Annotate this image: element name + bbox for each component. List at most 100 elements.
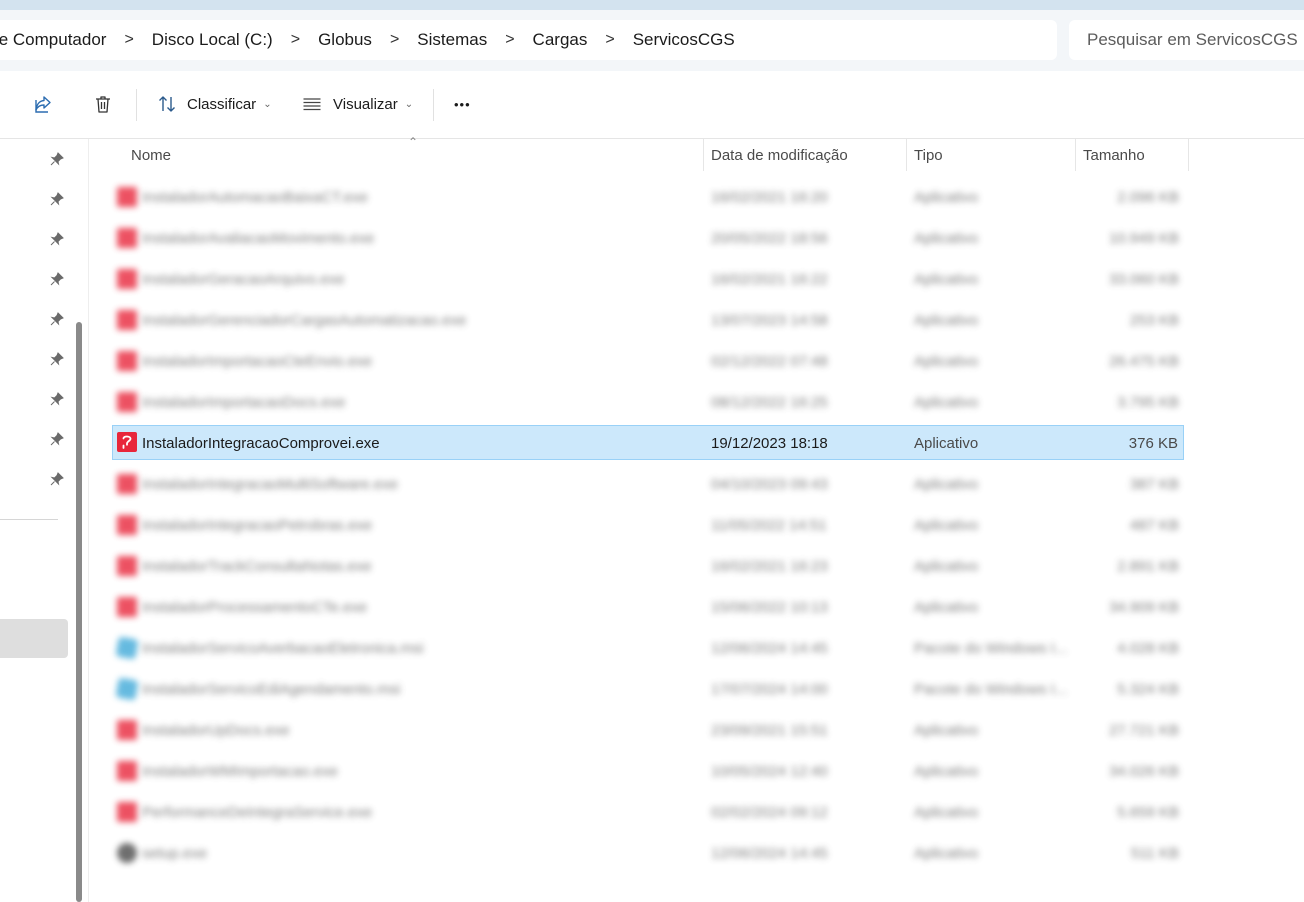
share-button[interactable] bbox=[33, 87, 53, 121]
file-name: InstaladorImportacaoCteEnvio.exe bbox=[142, 353, 373, 370]
breadcrumb-separator-icon[interactable]: > bbox=[597, 31, 622, 49]
file-size: 376 KB bbox=[1128, 435, 1178, 452]
navigation-scrollbar[interactable] bbox=[76, 322, 82, 902]
file-size: 27.721 KB bbox=[1108, 722, 1179, 739]
command-bar: Classificar ⌄ Visualizar ⌄ ••• bbox=[0, 71, 1304, 139]
file-type: Aplicativo bbox=[914, 353, 979, 370]
file-row[interactable]: setup.exe 12/06/2024 14:45 Aplicativo 51… bbox=[112, 836, 1184, 871]
breadcrumb-globus[interactable]: Globus bbox=[308, 30, 382, 50]
file-row[interactable]: InstaladorGerenciadorCargasAutomatizacao… bbox=[112, 303, 1184, 338]
application-icon bbox=[117, 761, 137, 781]
file-type: Aplicativo bbox=[914, 804, 979, 821]
file-type: Aplicativo bbox=[914, 517, 979, 534]
application-icon bbox=[117, 474, 137, 494]
more-icon: ••• bbox=[454, 96, 471, 112]
search-placeholder: Pesquisar em ServicosCGS bbox=[1087, 30, 1298, 49]
navigation-divider bbox=[0, 519, 58, 520]
file-row[interactable]: InstaladorProcessamentoCTe.exe 15/06/202… bbox=[112, 590, 1184, 625]
file-size: 2.891 KB bbox=[1117, 558, 1179, 575]
application-icon bbox=[117, 392, 137, 412]
file-row[interactable]: InstaladorGeracaoArquivo.exe 16/02/2021 … bbox=[112, 262, 1184, 297]
file-row[interactable]: InstaladorUpDocs.exe 23/09/2021 15:51 Ap… bbox=[112, 713, 1184, 748]
file-name: InstaladorIntegracaoPetrobras.exe bbox=[142, 517, 373, 534]
file-type: Aplicativo bbox=[914, 763, 979, 780]
file-name: InstaladorTrackConsultaNotas.exe bbox=[142, 558, 372, 575]
file-date: 19/12/2023 18:18 bbox=[711, 435, 828, 452]
navigation-selected-item[interactable] bbox=[0, 619, 68, 658]
breadcrumb-sistemas[interactable]: Sistemas bbox=[407, 30, 497, 50]
file-row[interactable]: InstaladorWMImportacao.exe 10/05/2024 12… bbox=[112, 754, 1184, 789]
application-icon bbox=[117, 515, 137, 535]
file-size: 487 KB bbox=[1129, 517, 1179, 534]
toolbar-divider bbox=[136, 89, 137, 121]
breadcrumb-separator-icon[interactable]: > bbox=[283, 31, 308, 49]
more-options-button[interactable]: ••• bbox=[454, 87, 471, 121]
breadcrumb-separator-icon[interactable]: > bbox=[116, 31, 141, 49]
toolbar-divider bbox=[433, 89, 434, 121]
file-type: Aplicativo bbox=[914, 845, 979, 862]
file-name: setup.exe bbox=[142, 845, 208, 862]
file-type: Aplicativo bbox=[914, 476, 979, 493]
address-bar[interactable]: te Computador > Disco Local (C:) > Globu… bbox=[0, 20, 1057, 60]
file-row[interactable]: InstaladorIntegracaoMultiSoftware.exe 04… bbox=[112, 467, 1184, 502]
sort-button[interactable]: Classificar ⌄ bbox=[157, 87, 272, 121]
file-size: 5.324 KB bbox=[1117, 681, 1179, 698]
file-row[interactable]: InstaladorServicoAverbacaoEletronica.msi… bbox=[112, 631, 1184, 666]
file-size: 10.949 KB bbox=[1108, 230, 1179, 247]
file-row[interactable]: InstaladorAutomacaoBaixaCT.exe 16/02/202… bbox=[112, 180, 1184, 215]
breadcrumb-servicoscgs[interactable]: ServicosCGS bbox=[623, 30, 745, 50]
file-date: 20/05/2022 18:56 bbox=[711, 230, 828, 247]
application-icon bbox=[117, 228, 137, 248]
column-header-type[interactable]: Tipo bbox=[914, 147, 943, 164]
file-row[interactable]: PerformanceDeIntegraService.exe 02/02/20… bbox=[112, 795, 1184, 830]
view-label: Visualizar bbox=[333, 95, 398, 113]
pin-icon bbox=[50, 192, 64, 206]
file-name: InstaladorServicoEdiAgendamento.msi bbox=[142, 681, 401, 698]
search-input[interactable]: Pesquisar em ServicosCGS bbox=[1069, 20, 1304, 60]
application-icon bbox=[117, 720, 137, 740]
breadcrumb-computer[interactable]: te Computador bbox=[0, 30, 116, 50]
share-icon bbox=[35, 96, 51, 113]
column-header-date[interactable]: Data de modificação bbox=[711, 147, 848, 164]
file-row[interactable]: InstaladorIntegracaoPetrobras.exe 11/05/… bbox=[112, 508, 1184, 543]
file-size: 34.026 KB bbox=[1108, 763, 1179, 780]
chevron-down-icon: ⌄ bbox=[263, 98, 272, 110]
window-top-strip bbox=[0, 0, 1304, 10]
file-date: 13/07/2023 14:58 bbox=[711, 312, 828, 329]
file-type: Aplicativo bbox=[914, 599, 979, 616]
file-row[interactable]: InstaladorAvaliacaoMovimento.exe 20/05/2… bbox=[112, 221, 1184, 256]
column-separator[interactable] bbox=[1188, 139, 1189, 171]
file-size: 34.909 KB bbox=[1108, 599, 1179, 616]
column-separator[interactable] bbox=[703, 139, 704, 171]
file-row[interactable]: InstaladorImportacaoCteEnvio.exe 02/12/2… bbox=[112, 344, 1184, 379]
file-type: Aplicativo bbox=[914, 189, 979, 206]
application-icon bbox=[117, 597, 137, 617]
application-icon bbox=[117, 187, 137, 207]
file-row[interactable]: InstaladorServicoEdiAgendamento.msi 17/0… bbox=[112, 672, 1184, 707]
application-icon bbox=[117, 556, 137, 576]
delete-button[interactable] bbox=[93, 87, 113, 121]
file-name: InstaladorAutomacaoBaixaCT.exe bbox=[142, 189, 368, 206]
file-type: Aplicativo bbox=[914, 435, 979, 452]
column-separator[interactable] bbox=[1075, 139, 1076, 171]
file-date: 02/02/2024 09:12 bbox=[711, 804, 828, 821]
column-header-size[interactable]: Tamanho bbox=[1083, 147, 1145, 164]
file-row[interactable]: InstaladorImportacaoDocs.exe 08/12/2022 … bbox=[112, 385, 1184, 420]
file-size: 511 KB bbox=[1130, 845, 1179, 862]
file-row[interactable]: InstaladorTrackConsultaNotas.exe 16/02/2… bbox=[112, 549, 1184, 584]
file-row-selected[interactable]: InstaladorIntegracaoComprovei.exe 19/12/… bbox=[112, 425, 1184, 460]
file-name: InstaladorIntegracaoComprovei.exe bbox=[142, 435, 380, 452]
file-size: 387 KB bbox=[1129, 476, 1179, 493]
column-header-name[interactable]: Nome bbox=[131, 147, 171, 164]
column-separator[interactable] bbox=[906, 139, 907, 171]
breadcrumb-separator-icon[interactable]: > bbox=[497, 31, 522, 49]
column-header-row: ⌃ Nome Data de modificação Tipo Tamanho bbox=[90, 135, 1190, 175]
breadcrumb-disco-local[interactable]: Disco Local (C:) bbox=[142, 30, 283, 50]
view-button[interactable]: Visualizar ⌄ bbox=[302, 87, 413, 121]
installer-package-icon bbox=[115, 677, 139, 701]
chevron-down-icon: ⌄ bbox=[404, 98, 414, 110]
file-size: 253 KB bbox=[1129, 312, 1179, 329]
breadcrumb-cargas[interactable]: Cargas bbox=[523, 30, 598, 50]
breadcrumb-separator-icon[interactable]: > bbox=[382, 31, 407, 49]
pin-icon bbox=[50, 432, 64, 446]
